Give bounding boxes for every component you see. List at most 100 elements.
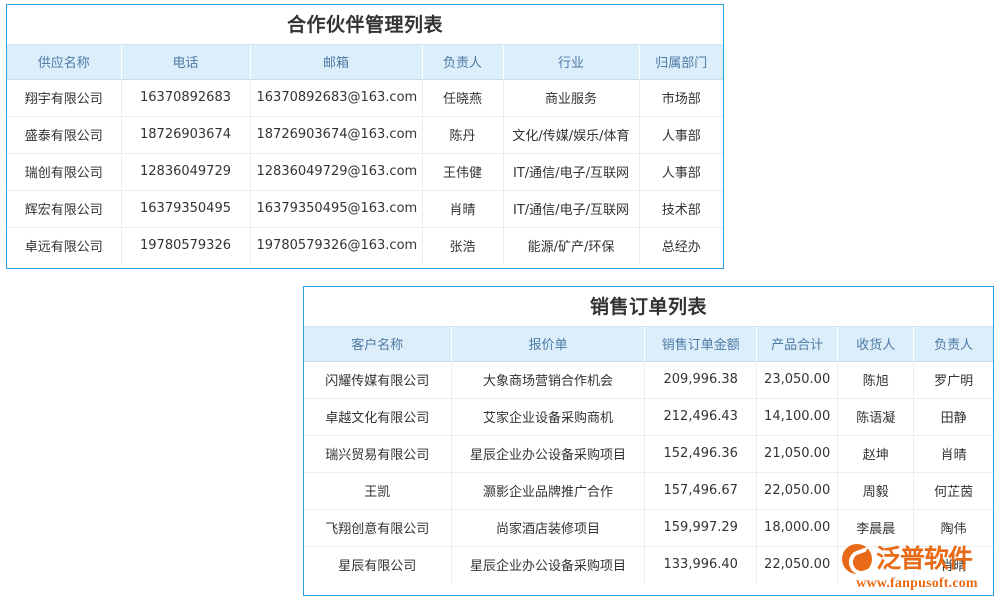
partner-table-body: 翔宇有限公司 16370892683 16370892683@163.com 任… [7,79,723,264]
cell-quotation[interactable]: 大象商场营销合作机会 [451,361,645,398]
cell-owner[interactable]: 何芷茵 [914,472,993,509]
cell-industry: 商业服务 [503,79,639,116]
column-header-email[interactable]: 邮箱 [250,45,422,79]
table-row[interactable]: 盛泰有限公司 18726903674 18726903674@163.com 陈… [7,116,723,153]
column-header-department[interactable]: 归属部门 [639,45,723,79]
cell-industry: IT/通信/电子/互联网 [503,190,639,227]
cell-owner[interactable]: 肖晴 [914,435,993,472]
partner-panel-title: 合作伙伴管理列表 [7,5,723,45]
table-row[interactable]: 翔宇有限公司 16370892683 16370892683@163.com 任… [7,79,723,116]
table-row[interactable]: 星辰有限公司 星辰企业办公设备采购项目 133,996.40 22,050.00… [304,546,993,583]
cell-industry: IT/通信/电子/互联网 [503,153,639,190]
cell-receiver: 周毅 [838,472,914,509]
sales-order-table-body: 闪耀传媒有限公司 大象商场营销合作机会 209,996.38 23,050.00… [304,361,993,583]
cell-quotation[interactable]: 灏影企业品牌推广合作 [451,472,645,509]
cell-owner[interactable]: 王伟健 [422,153,503,190]
cell-customer-name[interactable]: 王凯 [304,472,451,509]
cell-supplier-name: 辉宏有限公司 [7,190,121,227]
cell-receiver [838,546,914,583]
cell-customer-name[interactable]: 闪耀传媒有限公司 [304,361,451,398]
column-header-owner[interactable]: 负责人 [422,45,503,79]
cell-owner[interactable]: 肖晴 [914,546,993,583]
cell-email: 12836049729@163.com [250,153,422,190]
table-row[interactable]: 瑞兴贸易有限公司 星辰企业办公设备采购项目 152,496.36 21,050.… [304,435,993,472]
cell-receiver: 陈语凝 [838,398,914,435]
cell-industry: 能源/矿产/环保 [503,227,639,264]
cell-order-amount: 212,496.43 [645,398,757,435]
cell-product-total: 14,100.00 [757,398,838,435]
cell-product-total: 22,050.00 [757,546,838,583]
column-header-industry[interactable]: 行业 [503,45,639,79]
table-row[interactable]: 瑞创有限公司 12836049729 12836049729@163.com 王… [7,153,723,190]
partner-table: 供应名称 电话 邮箱 负责人 行业 归属部门 翔宇有限公司 1637089268… [7,45,723,264]
table-row[interactable]: 卓越文化有限公司 艾家企业设备采购商机 212,496.43 14,100.00… [304,398,993,435]
cell-quotation[interactable]: 星辰企业办公设备采购项目 [451,546,645,583]
cell-phone: 18726903674 [121,116,250,153]
sales-order-panel-title: 销售订单列表 [304,287,993,327]
cell-order-amount: 209,996.38 [645,361,757,398]
cell-owner[interactable]: 张浩 [422,227,503,264]
cell-owner[interactable]: 陈丹 [422,116,503,153]
cell-phone: 16370892683 [121,79,250,116]
table-row[interactable]: 飞翔创意有限公司 尚家酒店装修项目 159,997.29 18,000.00 李… [304,509,993,546]
column-header-customer-name[interactable]: 客户名称 [304,327,451,361]
cell-quotation[interactable]: 尚家酒店装修项目 [451,509,645,546]
cell-department[interactable]: 市场部 [639,79,723,116]
cell-customer-name[interactable]: 瑞兴贸易有限公司 [304,435,451,472]
cell-supplier-name: 盛泰有限公司 [7,116,121,153]
column-header-quotation[interactable]: 报价单 [451,327,645,361]
cell-customer-name[interactable]: 飞翔创意有限公司 [304,509,451,546]
cell-department[interactable]: 技术部 [639,190,723,227]
column-header-receiver[interactable]: 收货人 [838,327,914,361]
cell-receiver: 李晨晨 [838,509,914,546]
cell-quotation[interactable]: 艾家企业设备采购商机 [451,398,645,435]
cell-industry: 文化/传媒/娱乐/体育 [503,116,639,153]
cell-department[interactable]: 人事部 [639,116,723,153]
column-header-owner[interactable]: 负责人 [914,327,993,361]
table-row[interactable]: 辉宏有限公司 16379350495 16379350495@163.com 肖… [7,190,723,227]
cell-phone: 12836049729 [121,153,250,190]
cell-owner[interactable]: 田静 [914,398,993,435]
cell-order-amount: 133,996.40 [645,546,757,583]
cell-supplier-name: 翔宇有限公司 [7,79,121,116]
screen-root: 合作伙伴管理列表 供应名称 电话 邮箱 负责人 行业 归属部门 翔宇有限公司 [0,0,1000,600]
cell-owner[interactable]: 罗广明 [914,361,993,398]
partner-table-header-row: 供应名称 电话 邮箱 负责人 行业 归属部门 [7,45,723,79]
cell-phone: 19780579326 [121,227,250,264]
cell-product-total: 22,050.00 [757,472,838,509]
cell-product-total: 21,050.00 [757,435,838,472]
table-row[interactable]: 闪耀传媒有限公司 大象商场营销合作机会 209,996.38 23,050.00… [304,361,993,398]
cell-customer-name[interactable]: 卓越文化有限公司 [304,398,451,435]
cell-order-amount: 157,496.67 [645,472,757,509]
cell-order-amount: 152,496.36 [645,435,757,472]
cell-email: 19780579326@163.com [250,227,422,264]
cell-department[interactable]: 总经办 [639,227,723,264]
cell-owner[interactable]: 肖晴 [422,190,503,227]
cell-supplier-name: 卓远有限公司 [7,227,121,264]
partner-management-panel: 合作伙伴管理列表 供应名称 电话 邮箱 负责人 行业 归属部门 翔宇有限公司 [6,4,724,269]
cell-supplier-name: 瑞创有限公司 [7,153,121,190]
cell-order-amount: 159,997.29 [645,509,757,546]
cell-receiver: 赵坤 [838,435,914,472]
cell-receiver: 陈旭 [838,361,914,398]
column-header-order-amount[interactable]: 销售订单金额 [645,327,757,361]
cell-phone: 16379350495 [121,190,250,227]
column-header-product-total[interactable]: 产品合计 [757,327,838,361]
cell-owner[interactable]: 陶伟 [914,509,993,546]
cell-customer-name[interactable]: 星辰有限公司 [304,546,451,583]
sales-order-table-header-row: 客户名称 报价单 销售订单金额 产品合计 收货人 负责人 [304,327,993,361]
column-header-phone[interactable]: 电话 [121,45,250,79]
cell-product-total: 18,000.00 [757,509,838,546]
cell-department[interactable]: 人事部 [639,153,723,190]
sales-order-table: 客户名称 报价单 销售订单金额 产品合计 收货人 负责人 闪耀传媒有限公司 大象… [304,327,993,583]
table-row[interactable]: 卓远有限公司 19780579326 19780579326@163.com 张… [7,227,723,264]
cell-quotation[interactable]: 星辰企业办公设备采购项目 [451,435,645,472]
cell-email: 16379350495@163.com [250,190,422,227]
cell-product-total: 23,050.00 [757,361,838,398]
table-row[interactable]: 王凯 灏影企业品牌推广合作 157,496.67 22,050.00 周毅 何芷… [304,472,993,509]
cell-owner[interactable]: 任晓燕 [422,79,503,116]
cell-email: 18726903674@163.com [250,116,422,153]
sales-order-panel: 销售订单列表 客户名称 报价单 销售订单金额 产品合计 收货人 负责人 闪耀传媒… [303,286,994,596]
cell-email: 16370892683@163.com [250,79,422,116]
column-header-supplier-name[interactable]: 供应名称 [7,45,121,79]
